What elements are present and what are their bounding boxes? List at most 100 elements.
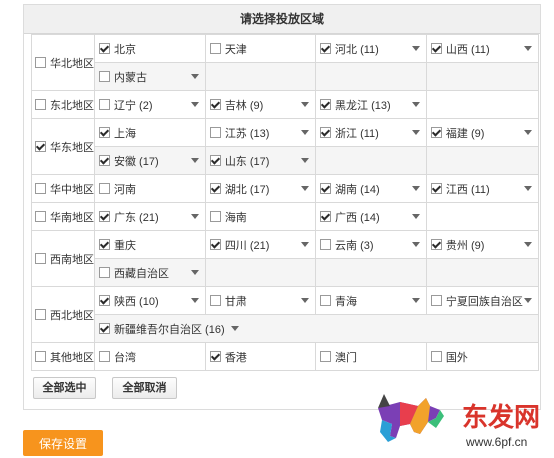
chevron-down-icon[interactable] <box>524 46 532 51</box>
province-checkbox[interactable]: 江苏 (13) <box>206 119 315 146</box>
province-checkbox[interactable]: 天津 <box>206 35 315 62</box>
checkbox-icon[interactable] <box>35 211 46 222</box>
chevron-down-icon[interactable] <box>524 242 532 247</box>
province-checkbox[interactable]: 新疆维吾尔自治区 (16) <box>95 315 538 342</box>
chevron-down-icon[interactable] <box>411 46 420 51</box>
province-checkbox[interactable]: 浙江 (11) <box>316 119 426 146</box>
checkbox-icon[interactable] <box>430 43 442 54</box>
checkbox-icon[interactable] <box>99 183 110 194</box>
province-checkbox[interactable]: 湖北 (17) <box>206 175 315 202</box>
chevron-down-icon[interactable] <box>411 214 420 219</box>
region-checkbox[interactable]: 其他地区 <box>32 349 94 365</box>
province-checkbox[interactable]: 广西 (14) <box>316 203 426 230</box>
chevron-down-icon[interactable] <box>301 102 310 107</box>
chevron-down-icon[interactable] <box>190 102 199 107</box>
checkbox-icon[interactable] <box>99 71 110 82</box>
province-checkbox[interactable]: 山西 (11) <box>427 35 538 62</box>
chevron-down-icon[interactable] <box>301 242 310 247</box>
province-checkbox[interactable]: 西藏自治区 <box>95 259 205 286</box>
save-button[interactable]: 保存设置 <box>23 430 103 456</box>
chevron-down-icon[interactable] <box>301 158 310 163</box>
province-checkbox[interactable]: 黑龙江 (13) <box>316 91 426 118</box>
checkbox-icon[interactable] <box>320 99 332 110</box>
checkbox-icon[interactable] <box>209 127 221 138</box>
province-checkbox[interactable]: 河北 (11) <box>316 35 426 62</box>
chevron-down-icon[interactable] <box>411 102 420 107</box>
chevron-down-icon[interactable] <box>190 214 199 219</box>
province-checkbox[interactable]: 北京 <box>95 35 205 62</box>
province-checkbox[interactable]: 安徽 (17) <box>95 147 205 174</box>
province-checkbox[interactable]: 陕西 (10) <box>95 287 205 314</box>
province-checkbox[interactable]: 辽宁 (2) <box>95 91 205 118</box>
chevron-down-icon[interactable] <box>411 130 420 135</box>
checkbox-icon[interactable] <box>430 127 442 138</box>
checkbox-icon[interactable] <box>209 351 221 362</box>
checkbox-icon[interactable] <box>320 239 332 250</box>
checkbox-icon[interactable] <box>99 295 110 306</box>
province-checkbox[interactable]: 湖南 (14) <box>316 175 426 202</box>
checkbox-icon[interactable] <box>99 155 110 166</box>
province-checkbox[interactable]: 贵州 (9) <box>427 231 538 258</box>
chevron-down-icon[interactable] <box>190 270 199 275</box>
region-checkbox[interactable]: 华北地区 <box>32 55 94 71</box>
checkbox-icon[interactable] <box>99 239 110 250</box>
checkbox-icon[interactable] <box>320 295 332 306</box>
checkbox-icon[interactable] <box>99 127 110 138</box>
province-checkbox[interactable]: 江西 (11) <box>427 175 538 202</box>
checkbox-icon[interactable] <box>99 99 110 110</box>
province-checkbox[interactable]: 香港 <box>206 343 315 370</box>
chevron-down-icon[interactable] <box>524 130 532 135</box>
checkbox-icon[interactable] <box>209 211 221 222</box>
checkbox-icon[interactable] <box>99 43 110 54</box>
checkbox-icon[interactable] <box>99 211 110 222</box>
checkbox-icon[interactable] <box>209 155 221 166</box>
province-checkbox[interactable]: 河南 <box>95 175 205 202</box>
checkbox-icon[interactable] <box>209 295 221 306</box>
province-checkbox[interactable]: 广东 (21) <box>95 203 205 230</box>
checkbox-icon[interactable] <box>320 127 332 138</box>
checkbox-icon[interactable] <box>209 183 221 194</box>
checkbox-icon[interactable] <box>430 239 442 250</box>
province-checkbox[interactable]: 内蒙古 <box>95 63 205 90</box>
region-checkbox[interactable]: 华中地区 <box>32 181 94 197</box>
checkbox-icon[interactable] <box>209 43 221 54</box>
checkbox-icon[interactable] <box>35 253 46 264</box>
checkbox-icon[interactable] <box>320 351 332 362</box>
chevron-down-icon[interactable] <box>190 298 199 303</box>
region-checkbox[interactable]: 华东地区 <box>32 139 94 155</box>
checkbox-icon[interactable] <box>320 43 332 54</box>
deselect-all-button[interactable]: 全部取消 <box>112 377 177 399</box>
checkbox-icon[interactable] <box>35 183 46 194</box>
checkbox-icon[interactable] <box>99 351 110 362</box>
checkbox-icon[interactable] <box>35 141 46 152</box>
checkbox-icon[interactable] <box>430 351 442 362</box>
province-checkbox[interactable]: 国外 <box>427 343 538 370</box>
checkbox-icon[interactable] <box>35 99 46 110</box>
checkbox-icon[interactable] <box>209 239 221 250</box>
chevron-down-icon[interactable] <box>524 298 532 303</box>
checkbox-icon[interactable] <box>35 351 46 362</box>
chevron-down-icon[interactable] <box>230 326 239 331</box>
select-all-button[interactable]: 全部选中 <box>33 377 96 399</box>
chevron-down-icon[interactable] <box>524 186 532 191</box>
checkbox-icon[interactable] <box>99 267 110 278</box>
region-checkbox[interactable]: 华南地区 <box>32 209 94 225</box>
chevron-down-icon[interactable] <box>411 298 420 303</box>
chevron-down-icon[interactable] <box>301 186 310 191</box>
region-checkbox[interactable]: 东北地区 <box>32 97 94 113</box>
province-checkbox[interactable]: 山东 (17) <box>206 147 315 174</box>
chevron-down-icon[interactable] <box>301 130 310 135</box>
province-checkbox[interactable]: 澳门 <box>316 343 426 370</box>
chevron-down-icon[interactable] <box>190 158 199 163</box>
province-checkbox[interactable]: 青海 <box>316 287 426 314</box>
checkbox-icon[interactable] <box>320 183 332 194</box>
province-checkbox[interactable]: 上海 <box>95 119 205 146</box>
region-checkbox[interactable]: 西北地区 <box>32 307 94 323</box>
checkbox-icon[interactable] <box>430 183 442 194</box>
province-checkbox[interactable]: 四川 (21) <box>206 231 315 258</box>
province-checkbox[interactable]: 宁夏回族自治区 <box>427 287 538 314</box>
chevron-down-icon[interactable] <box>301 298 310 303</box>
province-checkbox[interactable]: 甘肃 <box>206 287 315 314</box>
province-checkbox[interactable]: 吉林 (9) <box>206 91 315 118</box>
province-checkbox[interactable]: 海南 <box>206 203 315 230</box>
